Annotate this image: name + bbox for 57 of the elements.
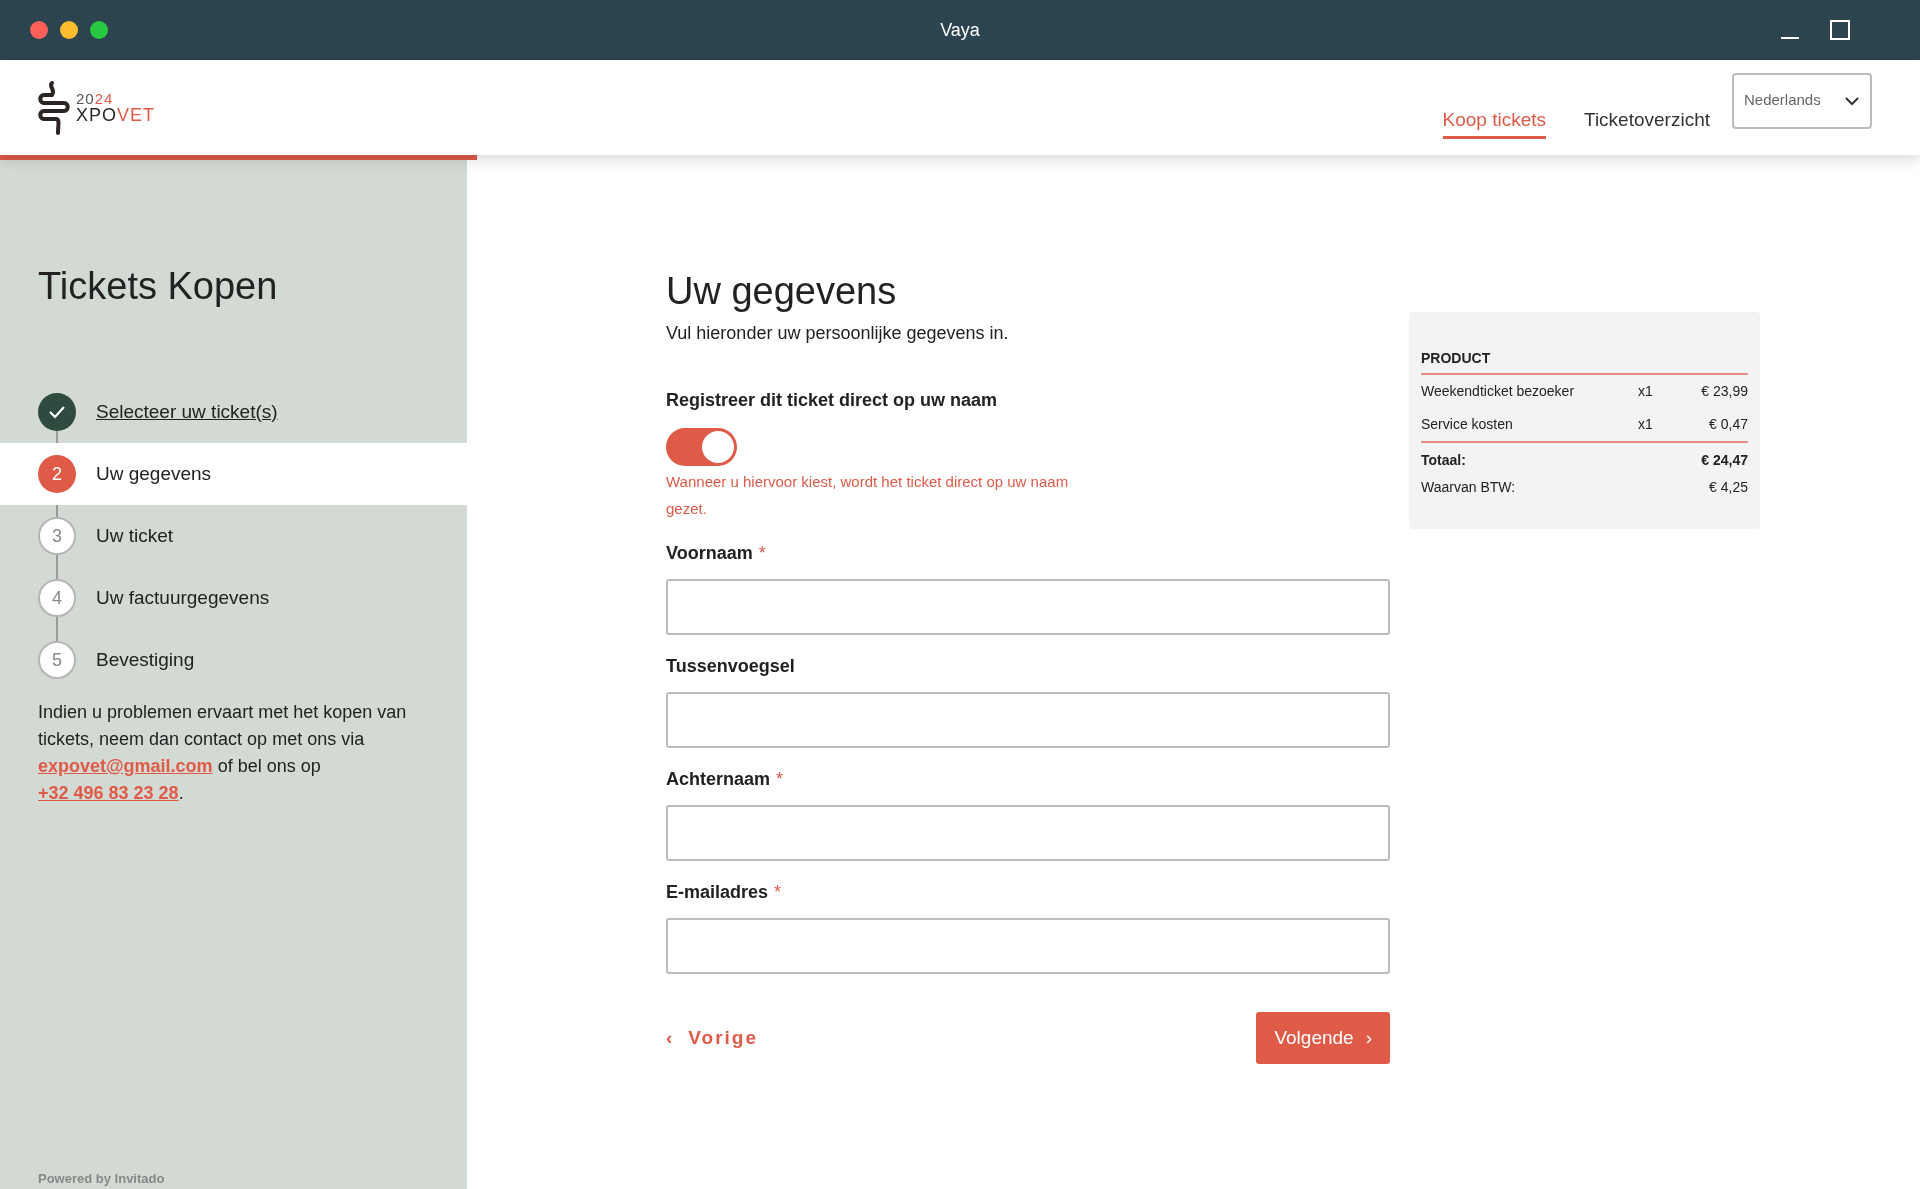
step-item[interactable]: 3 Uw ticket xyxy=(0,505,467,567)
product-name: Weekendticket bezoeker xyxy=(1421,382,1576,401)
product-quantity: x1 xyxy=(1638,415,1654,434)
toggle-switch[interactable] xyxy=(666,428,737,466)
step-item[interactable]: 5 Bevestiging xyxy=(0,629,467,691)
step-item[interactable]: Selecteer uw ticket(s) xyxy=(0,381,467,443)
step-label: Uw ticket xyxy=(96,523,174,548)
step-item[interactable]: 4 Uw factuurgegevens xyxy=(0,567,467,629)
toggle-hint: Wanneer u hiervoor kiest, wordt het ticket direct op uw naam gezet. xyxy=(666,472,1070,519)
product-price: € 0,47 xyxy=(1708,415,1748,434)
step-number: 5 xyxy=(38,641,76,679)
zoom-window-button[interactable] xyxy=(90,21,108,39)
logo[interactable]: 2024 XPOVET xyxy=(38,78,156,137)
next-button[interactable]: Volgende › xyxy=(1256,1012,1390,1064)
help-text: Indien u problemen ervaart met het kopen van tickets, neem dan contact op met ons via expovet@gmail.com of bel ons op +32 496 83 23 28. xyxy=(37,701,408,805)
step-number: 4 xyxy=(38,579,76,617)
field-label: E-mailadres xyxy=(666,881,769,904)
required-mark: * xyxy=(758,542,766,565)
powered-by-text: Powered by Invitado xyxy=(37,1169,166,1188)
step-item[interactable]: 2 Uw gegevens xyxy=(0,443,467,505)
maximize-icon[interactable] xyxy=(1830,20,1850,40)
total-label: Totaal: xyxy=(1421,450,1466,470)
back-button[interactable]: ‹ Vorige xyxy=(666,1023,759,1053)
nav-link[interactable]: Koop tickets xyxy=(1442,105,1546,140)
vat-label: Waarvan BTW: xyxy=(1421,478,1516,497)
step-number: 2 xyxy=(38,455,76,493)
required-mark: * xyxy=(774,881,782,904)
required-mark: * xyxy=(776,768,784,791)
window-title: Vaya xyxy=(940,18,980,42)
nav-link[interactable]: Ticketoverzicht xyxy=(1584,105,1710,140)
check-icon xyxy=(48,405,66,419)
product-name: Service kosten xyxy=(1421,415,1514,434)
chevron-down-icon xyxy=(1844,95,1860,106)
input-field[interactable] xyxy=(666,579,1390,635)
step-label[interactable]: Selecteer uw ticket(s) xyxy=(96,397,278,427)
step-label: Bevestiging xyxy=(96,647,195,672)
input-field[interactable] xyxy=(666,918,1390,974)
step-label: Uw gegevens xyxy=(96,461,212,486)
sidebar-title: Tickets Kopen xyxy=(37,264,279,309)
product-quantity: x1 xyxy=(1638,382,1654,401)
input-field[interactable] xyxy=(666,805,1390,861)
total-value: € 24,47 xyxy=(1701,450,1748,470)
close-window-button[interactable] xyxy=(30,21,48,39)
vat-value: € 4,25 xyxy=(1709,478,1748,497)
field-label: Tussenvoegsel xyxy=(666,655,795,678)
minimize-window-button[interactable] xyxy=(60,21,78,39)
summary-heading: PRODUCT xyxy=(1421,348,1748,375)
step-number: 3 xyxy=(38,517,76,555)
language-select[interactable]: Nederlands xyxy=(1732,72,1872,129)
step-label: Uw factuurgegevens xyxy=(96,585,270,610)
field-label: Voornaam xyxy=(666,542,753,565)
page-subtitle: Vul hieronder uw persoonlijke gegevens in. xyxy=(666,322,1010,345)
product-price: € 23,99 xyxy=(1700,382,1748,401)
page-heading: Uw gegevens xyxy=(666,269,898,314)
input-field[interactable] xyxy=(666,692,1390,748)
toggle-label: Registreer dit ticket direct op uw naam xyxy=(666,389,999,412)
field-label: Achternaam xyxy=(666,768,771,791)
